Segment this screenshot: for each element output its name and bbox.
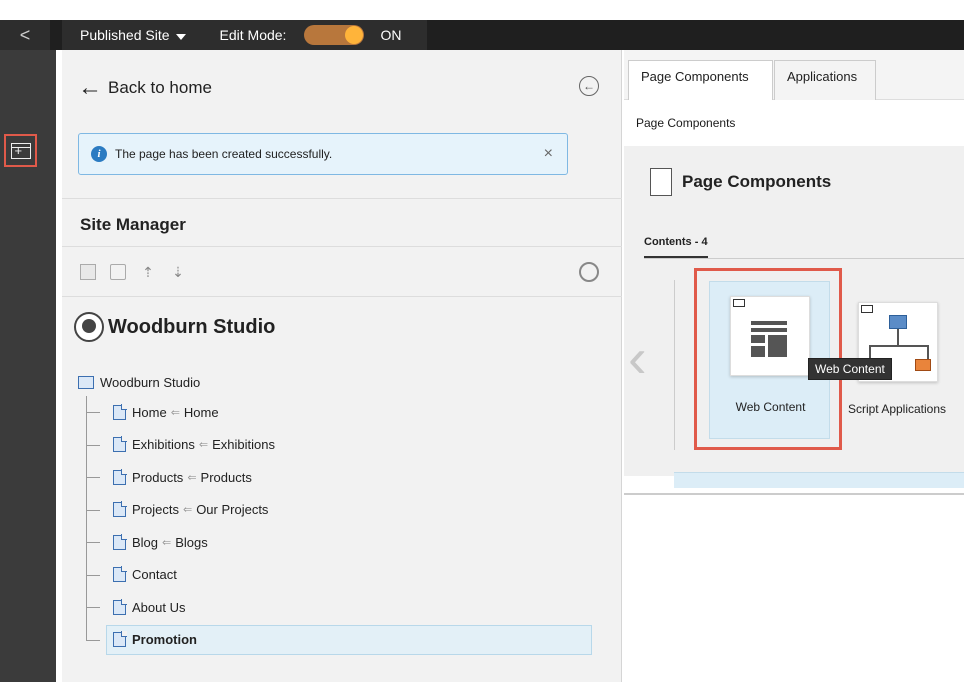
alias-arrow-icon: ⇐ [198,439,209,452]
page-icon [113,631,127,648]
left-rail [0,50,56,682]
page-alias: Our Projects [196,502,269,518]
add-page-button[interactable] [4,134,37,167]
components-heading: Page Components [650,168,831,196]
back-to-home-link[interactable]: ← Back to home [78,74,212,102]
component-tabs: Page Components Applications [624,50,964,101]
chevron-left-icon[interactable]: ‹ [628,328,658,388]
page-name: Promotion [132,632,197,648]
move-down-icon[interactable]: ⇣ [170,264,186,280]
tree-item-projects[interactable]: Projects ⇐ Our Projects [78,493,592,527]
alias-arrow-icon: ⇐ [182,504,193,517]
divider [62,198,622,199]
components-panel: Page Components Applications Page Compon… [624,50,964,495]
page-alias: Home [183,404,219,420]
page-name: Products [132,469,184,485]
site-heading: Woodburn Studio [74,312,275,342]
page-name: About Us [132,599,186,615]
success-alert: i The page has been created successfully… [78,133,568,175]
page-name: Blog [132,534,159,550]
arrow-left-icon: ← [78,74,102,101]
divider [644,258,964,259]
edit-mode-toggle[interactable] [304,25,365,45]
contents-tab[interactable]: Contents - 4 [644,236,708,258]
move-up-icon[interactable]: ⇡ [140,264,156,280]
site-tree: Woodburn Studio Home ⇐ Home Exhibitions ⇐ Ex… [78,368,592,656]
tooltip: Web Content [808,358,892,380]
alert-text: The page has been created successfully. [115,147,333,161]
page-icon [113,566,127,583]
tree-item-blog[interactable]: Blog ⇐ Blogs [78,526,592,559]
tree-item-products[interactable]: Products ⇐ Products [78,461,592,494]
tab-applications[interactable]: Applications [774,60,876,100]
tree-item-contact[interactable]: Contact [78,558,592,592]
new-folder-icon[interactable] [110,264,126,280]
collapse-panel-icon[interactable]: ← [579,76,599,96]
alias-arrow-icon: ⇐ [162,536,172,549]
page-alias: Products [200,469,252,485]
tree-root-label: Woodburn Studio [100,374,201,390]
layout-graphic [751,321,787,357]
page-alias: Blogs [175,534,208,550]
collapse-back-button[interactable]: < [0,20,50,50]
tree-item-home[interactable]: Home ⇐ Home [78,396,592,429]
tree-toolbar: ⇡ ⇣ [80,262,186,282]
close-alert-icon[interactable]: × [544,145,553,163]
divider [62,246,622,247]
site-manager-title: Site Manager [80,215,186,234]
add-page-icon [10,142,31,159]
tree-item-exhibitions[interactable]: Exhibitions ⇐ Exhibitions [78,428,592,462]
divider [674,280,675,450]
folder-icon [861,305,873,313]
site-selector[interactable]: Published Site [80,27,186,43]
tree-root[interactable]: Woodburn Studio [78,368,592,396]
back-label: Back to home [108,78,212,97]
globe-icon [74,312,104,342]
alias-arrow-icon: ⇐ [187,471,197,484]
site-selector-label: Published Site [80,27,170,43]
top-cropped-area [0,0,964,20]
page-alias: Exhibitions [212,437,275,453]
page-icon [113,403,127,420]
page-name: Home [132,404,167,420]
divider [62,296,622,297]
site-root-icon [78,375,94,389]
edit-mode-label: Edit Mode: [219,27,287,43]
new-page-icon[interactable] [80,264,96,280]
folder-icon [733,299,745,307]
edit-mode-state: ON [380,27,402,43]
tree-item-promotion[interactable]: Promotion [78,623,592,657]
card-label: Script Applications [847,402,947,416]
page-icon [113,533,127,550]
page-icon [113,598,127,615]
caret-down-icon [175,34,186,40]
page-name: Exhibitions [132,437,195,453]
web-content-icon [730,296,810,376]
chevron-left-icon: < [19,24,31,45]
toggle-knob [345,26,364,44]
tab-page-components[interactable]: Page Components [628,60,773,101]
page-icon [113,468,127,485]
components-heading-text: Page Components [682,172,832,191]
page-name: Projects [132,502,179,518]
top-bar-controls: Published Site Edit Mode: ON [62,20,427,50]
info-icon: i [91,146,107,162]
page-icon [113,436,127,453]
alias-arrow-icon: ⇐ [170,406,180,419]
tree-item-about-us[interactable]: About Us [78,591,592,624]
top-bar: < Published Site Edit Mode: ON [0,20,964,50]
card-label: Web Content [735,400,806,414]
settings-icon[interactable] [579,262,599,282]
scroll-strip[interactable] [674,472,964,488]
page-document-icon [650,168,672,196]
page-name: Contact [132,567,177,583]
site-manager-panel: ← Back to home ← i The page has been cre… [62,50,622,682]
site-name: Woodburn Studio [108,315,276,338]
panel-subtitle: Page Components [624,100,964,146]
page-icon [113,501,127,518]
